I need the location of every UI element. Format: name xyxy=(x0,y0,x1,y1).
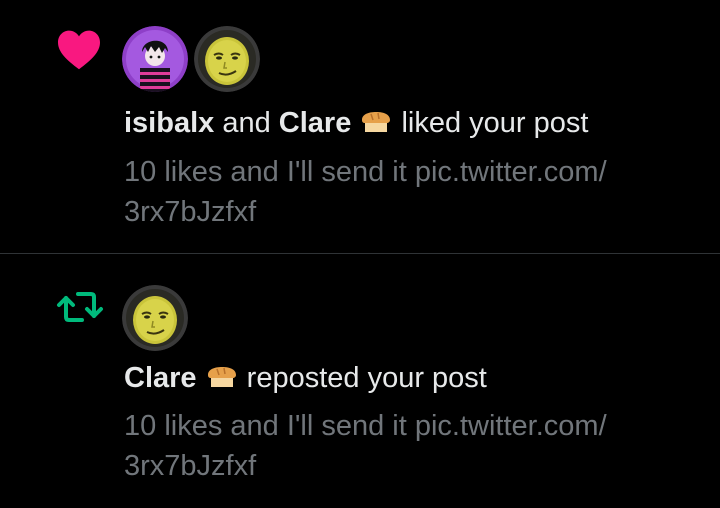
bread-icon xyxy=(359,108,393,136)
post-text-line: 10 likes and I'll send it pic.twitter.co… xyxy=(124,156,607,188)
clare-avatar[interactable] xyxy=(122,285,188,351)
clare-avatar[interactable] xyxy=(194,26,260,92)
action-text: liked your post xyxy=(393,107,589,139)
notification-like[interactable]: isibalx and Clare liked your post 10 lik… xyxy=(0,0,720,254)
repost-icon xyxy=(56,285,104,329)
post-text-line: 3rx7bJzfxf xyxy=(124,450,257,482)
actor-name[interactable]: isibalx xyxy=(124,107,214,139)
action-text: reposted your post xyxy=(238,362,487,394)
notification-headline: Clare reposted your post xyxy=(124,361,487,395)
heart-icon xyxy=(56,28,102,70)
bread-icon xyxy=(205,363,239,391)
post-text-line: 3rx7bJzfxf xyxy=(124,196,257,228)
actor-name[interactable]: Clare xyxy=(279,107,352,139)
actor-name[interactable]: Clare xyxy=(124,362,197,394)
notification-headline: isibalx and Clare liked your post xyxy=(124,106,588,140)
post-text-line: 10 likes and I'll send it pic.twitter.co… xyxy=(124,410,607,442)
isibalx-avatar[interactable] xyxy=(122,26,188,92)
notification-repost[interactable]: Clare reposted your post 10 likes and I'… xyxy=(0,255,720,508)
post-preview[interactable]: 10 likes and I'll send it pic.twitter.co… xyxy=(124,406,684,486)
post-preview[interactable]: 10 likes and I'll send it pic.twitter.co… xyxy=(124,152,684,232)
connector-text: and xyxy=(214,107,279,139)
